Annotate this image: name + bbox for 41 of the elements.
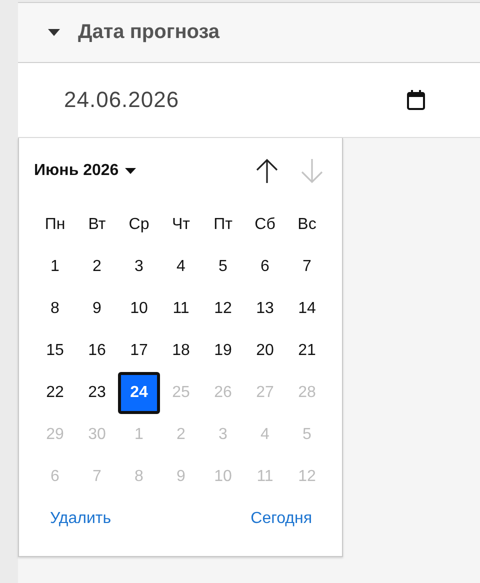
calendar-day[interactable]: 20 <box>244 330 286 372</box>
calendar-day[interactable]: 21 <box>286 330 328 372</box>
calendar-day[interactable]: 22 <box>34 372 76 414</box>
delete-link[interactable]: Удалить <box>50 510 112 528</box>
weekday-label: Пн <box>44 215 66 235</box>
calendar-day[interactable]: 10 <box>118 288 160 330</box>
calendar-day[interactable]: 17 <box>118 330 160 372</box>
calendar-day[interactable]: 19 <box>202 330 244 372</box>
calendar-day[interactable]: 13 <box>244 288 286 330</box>
weekday-label: Чт <box>171 215 191 235</box>
calendar-day[interactable]: 12 <box>202 288 244 330</box>
weekday-label: Вт <box>87 215 107 235</box>
calendar-day[interactable]: 8 <box>34 288 76 330</box>
calendar-day[interactable]: 6 <box>244 246 286 288</box>
calendar-day[interactable]: 16 <box>76 330 118 372</box>
selected-day[interactable]: 24 <box>118 372 160 414</box>
calendar-day[interactable]: 3 <box>118 246 160 288</box>
calendar-day[interactable]: 7 <box>286 246 328 288</box>
caret-icon <box>124 168 136 174</box>
weekday-label: Пт <box>212 215 234 235</box>
up-arrow-icon[interactable] <box>255 158 279 184</box>
calendar-day[interactable]: 11 <box>160 288 202 330</box>
calendar-day[interactable]: 5 <box>202 246 244 288</box>
today-link[interactable]: Сегодня <box>250 510 312 528</box>
date-input[interactable]: 24.06.2026 <box>64 87 406 113</box>
calendar-day[interactable]: 4 <box>160 246 202 288</box>
calendar-day[interactable]: 9 <box>76 288 118 330</box>
month-selector[interactable]: Июнь 2026 <box>34 162 136 180</box>
section-title: Дата прогноза <box>78 21 220 44</box>
weekday-label: Вс <box>296 215 318 235</box>
calendar-day[interactable]: 2 <box>76 246 118 288</box>
calendar-day[interactable]: 23 <box>76 372 118 414</box>
caret-icon[interactable] <box>48 29 60 36</box>
calendar-icon[interactable] <box>406 89 426 111</box>
weekday-label: Ср <box>128 215 150 235</box>
calendar-day[interactable]: 15 <box>34 330 76 372</box>
calendar-day[interactable]: 14 <box>286 288 328 330</box>
calendar-day[interactable]: 1 <box>34 246 76 288</box>
calendar-day[interactable]: 18 <box>160 330 202 372</box>
date-field[interactable]: 24.06.2026 <box>18 63 480 137</box>
weekday-label: Сб <box>254 215 276 235</box>
